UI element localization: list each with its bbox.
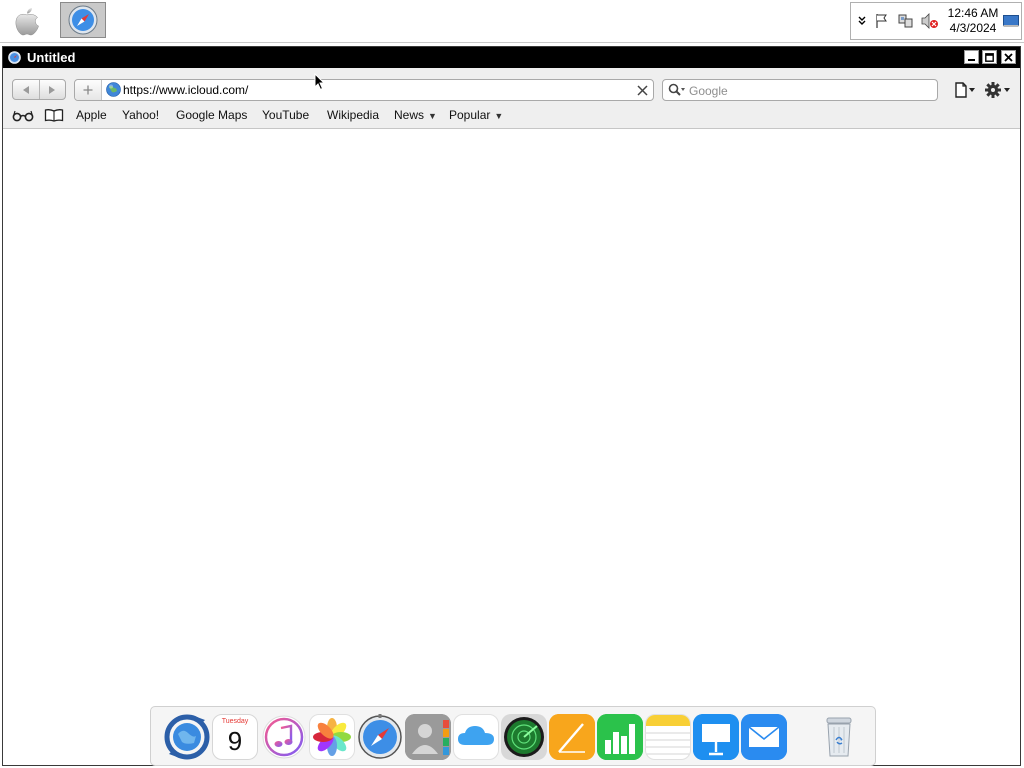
search-bar (662, 79, 938, 101)
minimize-icon (968, 58, 975, 61)
bookmarks-book-icon[interactable] (44, 108, 64, 122)
bookmark-label: Apple (76, 108, 107, 122)
maximize-icon (985, 52, 994, 62)
minimize-button[interactable] (964, 50, 979, 64)
bookmark-label: Wikipedia (327, 108, 380, 122)
maximize-button[interactable] (982, 50, 997, 64)
bookmark-label: Yahoo! (122, 108, 160, 122)
bookmark-folder-news[interactable]: News ▼ (394, 108, 437, 122)
taskbar-safari-button[interactable] (60, 2, 106, 38)
bookmarks-bar: Apple Yahoo! Google Maps YouTube Wikiped… (3, 106, 1020, 126)
music-icon (262, 715, 306, 759)
dock: Tuesday 9 (150, 706, 876, 766)
chevron-down-icon: ▼ (494, 111, 504, 121)
gear-icon (985, 82, 1010, 98)
chevron-down-icon: ▼ (428, 111, 437, 121)
chevron-down-icon[interactable] (853, 11, 871, 31)
bookmark-label: YouTube (262, 108, 310, 122)
add-bookmark-button[interactable] (75, 80, 102, 100)
dock-trash[interactable] (816, 714, 862, 760)
safari-small-icon (8, 51, 21, 64)
close-icon (1004, 52, 1013, 62)
bookmark-wikipedia[interactable]: Wikipedia (327, 108, 379, 122)
dock-photos-app[interactable] (309, 714, 355, 760)
radar-icon (504, 717, 544, 757)
address-bar (74, 79, 654, 101)
pages-icon (549, 714, 595, 760)
globe-icon (106, 82, 121, 97)
photos-icon (313, 718, 351, 756)
dock-sync-app[interactable] (164, 714, 210, 760)
safari-compass-icon (68, 5, 98, 35)
contacts-icon (405, 714, 451, 760)
icloud-icon (458, 726, 494, 745)
bookmark-yahoo[interactable]: Yahoo! (122, 108, 159, 122)
forward-button[interactable] (38, 80, 66, 99)
calendar-day: 9 (227, 726, 243, 756)
page-icon (955, 82, 975, 98)
flag-icon[interactable] (873, 11, 891, 31)
back-button[interactable] (13, 80, 39, 99)
dock-icloud-app[interactable] (453, 714, 499, 760)
dock-mail-app[interactable] (741, 714, 787, 760)
dock-numbers-app[interactable] (597, 714, 643, 760)
mouse-pointer-icon (314, 73, 326, 91)
sync-globe-icon (164, 714, 210, 760)
numbers-icon (597, 714, 643, 760)
safari-icon (358, 714, 402, 759)
calendar-weekday: Tuesday (221, 718, 249, 725)
clock-date: 4/3/2024 (949, 21, 997, 35)
clock-time: 12:46 AM (947, 6, 999, 20)
bookmark-apple[interactable]: Apple (76, 108, 107, 122)
dock-music-app[interactable] (261, 714, 307, 760)
settings-menu-button[interactable] (983, 80, 1013, 100)
search-input[interactable] (689, 83, 929, 99)
mail-icon (741, 714, 787, 760)
desktop-icon[interactable] (1003, 11, 1019, 31)
dock-safari-app[interactable] (357, 714, 403, 760)
bookmark-label: Popular (449, 108, 491, 122)
dock-calendar-app[interactable]: Tuesday 9 (212, 714, 258, 760)
url-input[interactable] (123, 82, 623, 98)
clear-url-button[interactable] (635, 82, 649, 98)
page-menu-button[interactable] (952, 80, 978, 100)
dock-keynote-app[interactable] (693, 714, 739, 760)
browser-toolbar: Apple Yahoo! Google Maps YouTube Wikiped… (3, 68, 1020, 129)
dock-pages-app[interactable] (549, 714, 595, 760)
volume-muted-icon[interactable] (921, 11, 939, 31)
close-button[interactable] (1001, 50, 1016, 64)
page-content[interactable] (3, 129, 1020, 765)
window-title: Untitled (27, 50, 76, 65)
window-titlebar[interactable]: Untitled (3, 47, 1020, 68)
bookmark-label: News (394, 108, 425, 122)
network-icon[interactable] (897, 11, 915, 31)
dock-notes-app[interactable] (645, 714, 691, 760)
keynote-icon (693, 714, 739, 760)
close-icon (636, 84, 648, 96)
bookmark-label: Google Maps (176, 108, 248, 122)
trash-icon (826, 717, 852, 757)
browser-window: Untitled https://www.icloud.com/ Google … (2, 46, 1021, 766)
clock[interactable]: 12:46 AM 4/3/2024 (945, 6, 1001, 36)
search-icon[interactable] (668, 83, 686, 97)
plus-icon (83, 85, 93, 95)
bookmark-youtube[interactable]: YouTube (262, 108, 309, 122)
forward-arrow-icon (49, 85, 56, 94)
dock-find-app[interactable] (501, 714, 547, 760)
calendar-icon: Tuesday 9 (213, 715, 257, 759)
nav-buttons (12, 79, 66, 100)
back-arrow-icon (22, 85, 29, 94)
notes-icon (646, 715, 690, 755)
bookmark-folder-popular[interactable]: Popular ▼ (449, 108, 503, 122)
taskbar: 12:46 AM 4/3/2024 (0, 0, 1024, 43)
reading-list-glasses-icon[interactable] (12, 108, 34, 122)
apple-logo-icon[interactable] (6, 3, 48, 39)
dock-contacts-app[interactable] (405, 714, 451, 760)
bookmark-google-maps[interactable]: Google Maps (176, 108, 247, 122)
system-tray: 12:46 AM 4/3/2024 (850, 2, 1022, 40)
